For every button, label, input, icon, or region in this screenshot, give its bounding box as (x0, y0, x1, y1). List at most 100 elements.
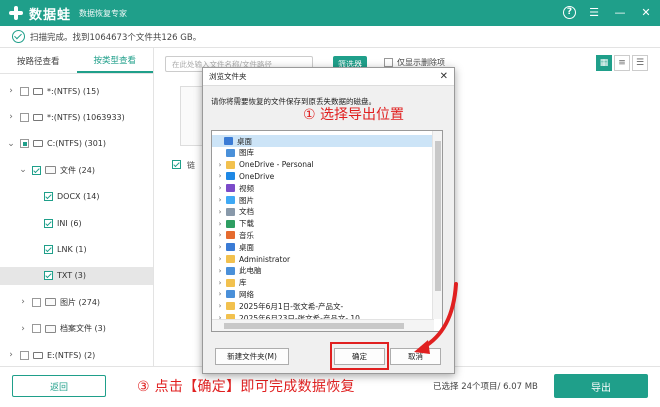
folder-tree-item-label: 2025年6月1日-张文希-产品文- (239, 301, 344, 311)
chevron-right-icon[interactable]: › (214, 220, 226, 228)
chevron-right-icon[interactable]: › (18, 297, 28, 307)
folder-tree-item[interactable]: › 库 (212, 277, 432, 289)
chevron-down-icon[interactable]: ⌄ (6, 139, 16, 149)
check-circle-icon (12, 30, 25, 43)
folder-tree-item[interactable]: › 此电脑 (212, 265, 432, 277)
folder-tree-item-label: 图片 (239, 195, 254, 205)
chevron-right-icon[interactable]: › (214, 290, 226, 298)
folder-tree-item-label: 桌面 (237, 136, 252, 146)
tree-item-checkbox[interactable] (44, 244, 53, 254)
folder-tree-item[interactable]: › OneDrive (212, 170, 432, 182)
folder-tree-item-label: 图库 (239, 148, 254, 158)
file-checkbox[interactable] (172, 160, 181, 169)
folder-tree-item[interactable]: 桌面 (212, 135, 432, 147)
folder-tree-item[interactable]: › 图片 (212, 194, 432, 206)
tree-item-checkbox[interactable] (20, 350, 29, 360)
tree-item-checkbox[interactable] (20, 112, 29, 122)
horizontal-scroll-thumb[interactable] (224, 323, 404, 329)
tree-item[interactable]: › 图片 (274) (0, 293, 153, 311)
tree-item-checkbox[interactable] (32, 297, 41, 307)
chevron-down-icon[interactable]: ⌄ (18, 165, 28, 175)
tree-item-checkbox[interactable] (20, 86, 29, 96)
tree-item-checkbox[interactable] (44, 218, 53, 228)
tree-item[interactable]: INI (6) (0, 214, 153, 232)
folder-tree-item[interactable]: › Administrator (212, 253, 432, 265)
deleted-only-checkbox[interactable] (384, 58, 393, 67)
tree-item[interactable]: › *:(NTFS) (1063933) (0, 108, 153, 126)
chevron-right-icon[interactable]: › (214, 196, 226, 204)
tab-by-type[interactable]: 按类型查看 (76, 48, 153, 73)
folder-icon (226, 302, 235, 311)
tree-item[interactable]: › E:(NTFS) (2) (0, 346, 153, 364)
help-icon[interactable]: ? (563, 5, 576, 19)
tree-item-label: 图片 (274) (60, 297, 101, 307)
folder-icon (226, 243, 235, 252)
chevron-right-icon[interactable]: › (214, 184, 226, 192)
new-folder-button[interactable]: 新建文件夹(M) (215, 348, 289, 365)
file-name: 链 (187, 161, 195, 170)
folder-tree-item[interactable]: › OneDrive - Personal (212, 159, 432, 171)
export-button[interactable]: 导出 (554, 374, 648, 398)
chevron-right-icon[interactable]: › (214, 161, 226, 169)
folder-icon (226, 184, 235, 193)
ok-highlight-box (330, 342, 389, 370)
folder-icon (226, 266, 235, 275)
minimize-icon[interactable]: — (612, 4, 628, 20)
tree-item-label: 档案文件 (3) (60, 324, 106, 334)
folder-icon (226, 148, 235, 157)
chevron-right-icon[interactable]: › (214, 208, 226, 216)
tree-item[interactable]: ⌄ C:(NTFS) (301) (0, 135, 153, 153)
chevron-right-icon[interactable]: › (6, 350, 16, 360)
grid-view-icon[interactable]: ▦ (596, 55, 612, 71)
folder-tree-item[interactable]: › 桌面 (212, 241, 432, 253)
tree-item-checkbox[interactable] (44, 271, 53, 281)
menu-icon[interactable]: ☰ (586, 4, 602, 20)
tree-item[interactable]: LNK (1) (0, 240, 153, 258)
horizontal-scrollbar[interactable] (212, 319, 434, 331)
folder-tree-item[interactable]: › 下载 (212, 218, 432, 230)
tree-item-checkbox[interactable] (32, 324, 41, 334)
folder-tree-item-label: OneDrive (239, 171, 275, 181)
tree-item[interactable]: › *:(NTFS) (15) (0, 82, 153, 100)
chevron-right-icon[interactable]: › (18, 324, 28, 334)
folder-tree-item[interactable]: › 网络 (212, 288, 432, 300)
list-view-icon[interactable]: ≡ (614, 55, 630, 71)
tree-item-checkbox[interactable] (44, 192, 53, 202)
vertical-scroll-thumb[interactable] (435, 141, 441, 291)
drive-icon (33, 140, 43, 148)
tab-by-path[interactable]: 按路径查看 (0, 48, 77, 73)
tree-item-checkbox[interactable] (32, 165, 41, 175)
chevron-right-icon[interactable]: › (214, 302, 226, 310)
folder-tree-item[interactable]: › 音乐 (212, 229, 432, 241)
chevron-right-icon[interactable]: › (214, 255, 226, 263)
tree-item[interactable]: TXT (3) (0, 266, 153, 285)
folder-tree[interactable]: 桌面 图库 › OneDrive - Personal › OneDrive › 视频 › 图片 ›… (211, 130, 443, 332)
detail-view-icon[interactable]: ☰ (632, 55, 648, 71)
view-mode-buttons: ▦ ≡ ☰ (596, 55, 648, 71)
folder-tree-item[interactable]: › 2025年6月1日-张文希-产品文- (212, 300, 432, 312)
chevron-right-icon[interactable]: › (6, 86, 16, 96)
selected-info: 已选择 24个项目/ 6.07 MB (433, 382, 538, 392)
folder-icon (226, 278, 235, 287)
chevron-right-icon[interactable]: › (214, 279, 226, 287)
chevron-right-icon[interactable]: › (214, 267, 226, 275)
chevron-right-icon[interactable]: › (6, 112, 16, 122)
chevron-right-icon[interactable]: › (214, 172, 226, 180)
chevron-right-icon[interactable]: › (214, 231, 226, 239)
close-icon[interactable]: ✕ (638, 4, 654, 20)
folder-tree-item[interactable]: › 视频 (212, 182, 432, 194)
back-button[interactable]: 返回 (12, 375, 106, 397)
tree-item-label: C:(NTFS) (301) (47, 139, 106, 149)
folder-icon (226, 160, 235, 169)
dialog-close-icon[interactable]: ✕ (440, 71, 448, 82)
tree-item-checkbox[interactable] (20, 139, 29, 149)
folder-tree-item[interactable]: › 文档 (212, 206, 432, 218)
tree-item[interactable]: DOCX (14) (0, 188, 153, 206)
folder-tree-item[interactable]: 图库 (212, 147, 432, 159)
chevron-right-icon[interactable]: › (214, 243, 226, 251)
tree-item[interactable]: ⌄ 文件 (24) (0, 161, 153, 179)
tree-item[interactable]: › 档案文件 (3) (0, 320, 153, 338)
left-panel: 按路径查看 按类型查看 › *:(NTFS) (15) › *:(NTFS) (106… (0, 48, 154, 366)
folder-tree-item-label: OneDrive - Personal (239, 160, 314, 170)
folder-icon (226, 231, 235, 240)
